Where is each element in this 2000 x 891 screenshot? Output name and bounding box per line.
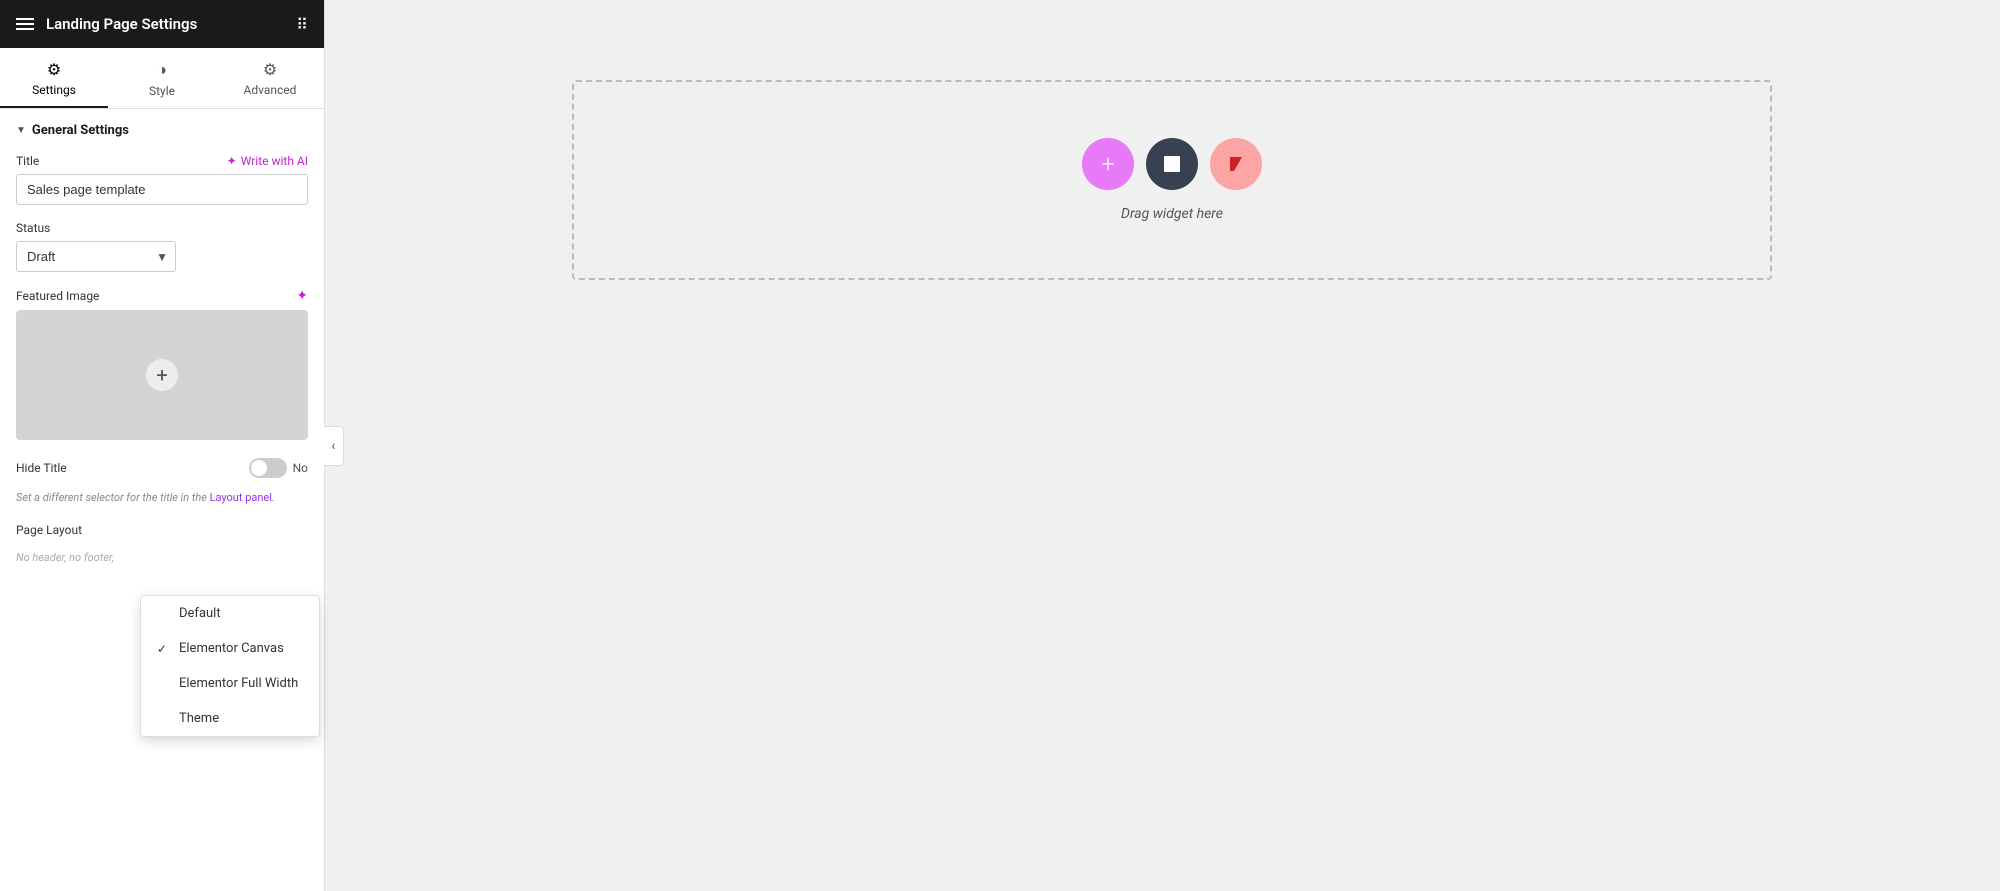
- info-text: Set a different selector for the title i…: [0, 486, 324, 517]
- tab-style-label: Style: [149, 84, 175, 98]
- check-mark-canvas: ✓: [157, 642, 171, 656]
- general-settings-title: General Settings: [32, 123, 129, 138]
- status-select-wrapper: Draft Published Private ▼: [16, 241, 176, 272]
- info-text-content: Set a different selector for the title i…: [16, 491, 207, 504]
- tab-style[interactable]: ◑ Style: [108, 48, 216, 108]
- hide-title-toggle[interactable]: [249, 458, 287, 478]
- title-label-row: Title ✦ Write with AI: [16, 154, 308, 168]
- page-layout-row: Page Layout: [0, 517, 324, 547]
- hamburger-icon[interactable]: [16, 18, 34, 30]
- section-arrow-icon: ▼: [16, 125, 26, 136]
- plus-icon: +: [1101, 150, 1115, 178]
- drag-widget-text: Drag widget here: [1121, 206, 1223, 222]
- tabs-row: ⚙ Settings ◑ Style ⚙ Advanced: [0, 48, 324, 109]
- toggle-no-text: No: [293, 461, 308, 475]
- tab-advanced[interactable]: ⚙ Advanced: [216, 48, 324, 108]
- ai-star-icon: ✦: [227, 154, 237, 168]
- elementor-square-icon: [1160, 152, 1184, 176]
- write-ai-label: Write with AI: [241, 154, 308, 168]
- dropdown-label-theme: Theme: [179, 711, 219, 726]
- status-select[interactable]: Draft Published Private: [16, 241, 176, 272]
- title-row: Title ✦ Write with AI: [0, 148, 324, 215]
- title-input[interactable]: [16, 174, 308, 205]
- collapse-handle[interactable]: ‹: [324, 426, 344, 466]
- page-layout-dropdown: Default ✓ Elementor Canvas Elementor Ful…: [140, 595, 320, 737]
- add-widget-button[interactable]: +: [1082, 138, 1134, 190]
- featured-image-row: Featured Image ✦ +: [0, 282, 324, 450]
- image-upload-box[interactable]: +: [16, 310, 308, 440]
- widget-icons-row: +: [1082, 138, 1262, 190]
- tab-advanced-label: Advanced: [244, 83, 297, 97]
- dropdown-item-theme[interactable]: Theme: [141, 701, 319, 736]
- panel-title: Landing Page Settings: [46, 15, 197, 33]
- collapse-icon: ‹: [331, 438, 335, 454]
- elementor-widget-icon[interactable]: [1146, 138, 1198, 190]
- image-upload-plus-icon: +: [146, 359, 178, 391]
- status-label: Status: [16, 221, 308, 235]
- canvas-area: + Drag widget here: [344, 0, 2000, 891]
- page-layout-label: Page Layout: [16, 523, 308, 537]
- drop-zone[interactable]: + Drag widget here: [572, 80, 1772, 280]
- featured-image-label-row: Featured Image ✦: [16, 288, 308, 304]
- panel-header: Landing Page Settings ⠿: [0, 0, 324, 48]
- grid-icon[interactable]: ⠿: [296, 15, 308, 34]
- style-tab-icon: ◑: [157, 60, 167, 80]
- info-text-end: .: [272, 491, 275, 504]
- title-label: Title: [16, 154, 39, 168]
- panel-header-left: Landing Page Settings: [16, 15, 197, 33]
- hide-title-label: Hide Title: [16, 461, 67, 475]
- write-with-ai-button[interactable]: ✦ Write with AI: [227, 154, 308, 168]
- status-row: Status Draft Published Private ▼: [0, 215, 324, 282]
- hide-title-row: Hide Title No: [0, 450, 324, 486]
- toggle-wrapper: No: [249, 458, 308, 478]
- elementor-logo-icon[interactable]: [1210, 138, 1262, 190]
- tab-settings[interactable]: ⚙ Settings: [0, 48, 108, 108]
- dropdown-item-elementor-full-width[interactable]: Elementor Full Width: [141, 666, 319, 701]
- advanced-tab-icon: ⚙: [263, 60, 277, 79]
- elementor-n-svg: [1222, 150, 1250, 178]
- featured-image-ai-icon[interactable]: ✦: [296, 288, 308, 304]
- layout-panel-link[interactable]: Layout panel: [210, 491, 272, 504]
- dropdown-label-full-width: Elementor Full Width: [179, 676, 298, 691]
- no-header-text: No header, no footer,: [0, 547, 324, 568]
- left-panel: Landing Page Settings ⠿ ⚙ Settings ◑ Sty…: [0, 0, 325, 891]
- canvas-content: + Drag widget here: [572, 80, 1772, 280]
- panel-body: ▼ General Settings Title ✦ Write with AI…: [0, 109, 324, 891]
- settings-tab-icon: ⚙: [47, 60, 61, 79]
- tab-settings-label: Settings: [32, 83, 76, 97]
- dropdown-label-canvas: Elementor Canvas: [179, 641, 284, 656]
- dropdown-item-default[interactable]: Default: [141, 596, 319, 631]
- featured-image-label: Featured Image: [16, 289, 99, 303]
- dropdown-label-default: Default: [179, 606, 221, 621]
- general-settings-header: ▼ General Settings: [0, 109, 324, 148]
- dropdown-item-elementor-canvas[interactable]: ✓ Elementor Canvas: [141, 631, 319, 666]
